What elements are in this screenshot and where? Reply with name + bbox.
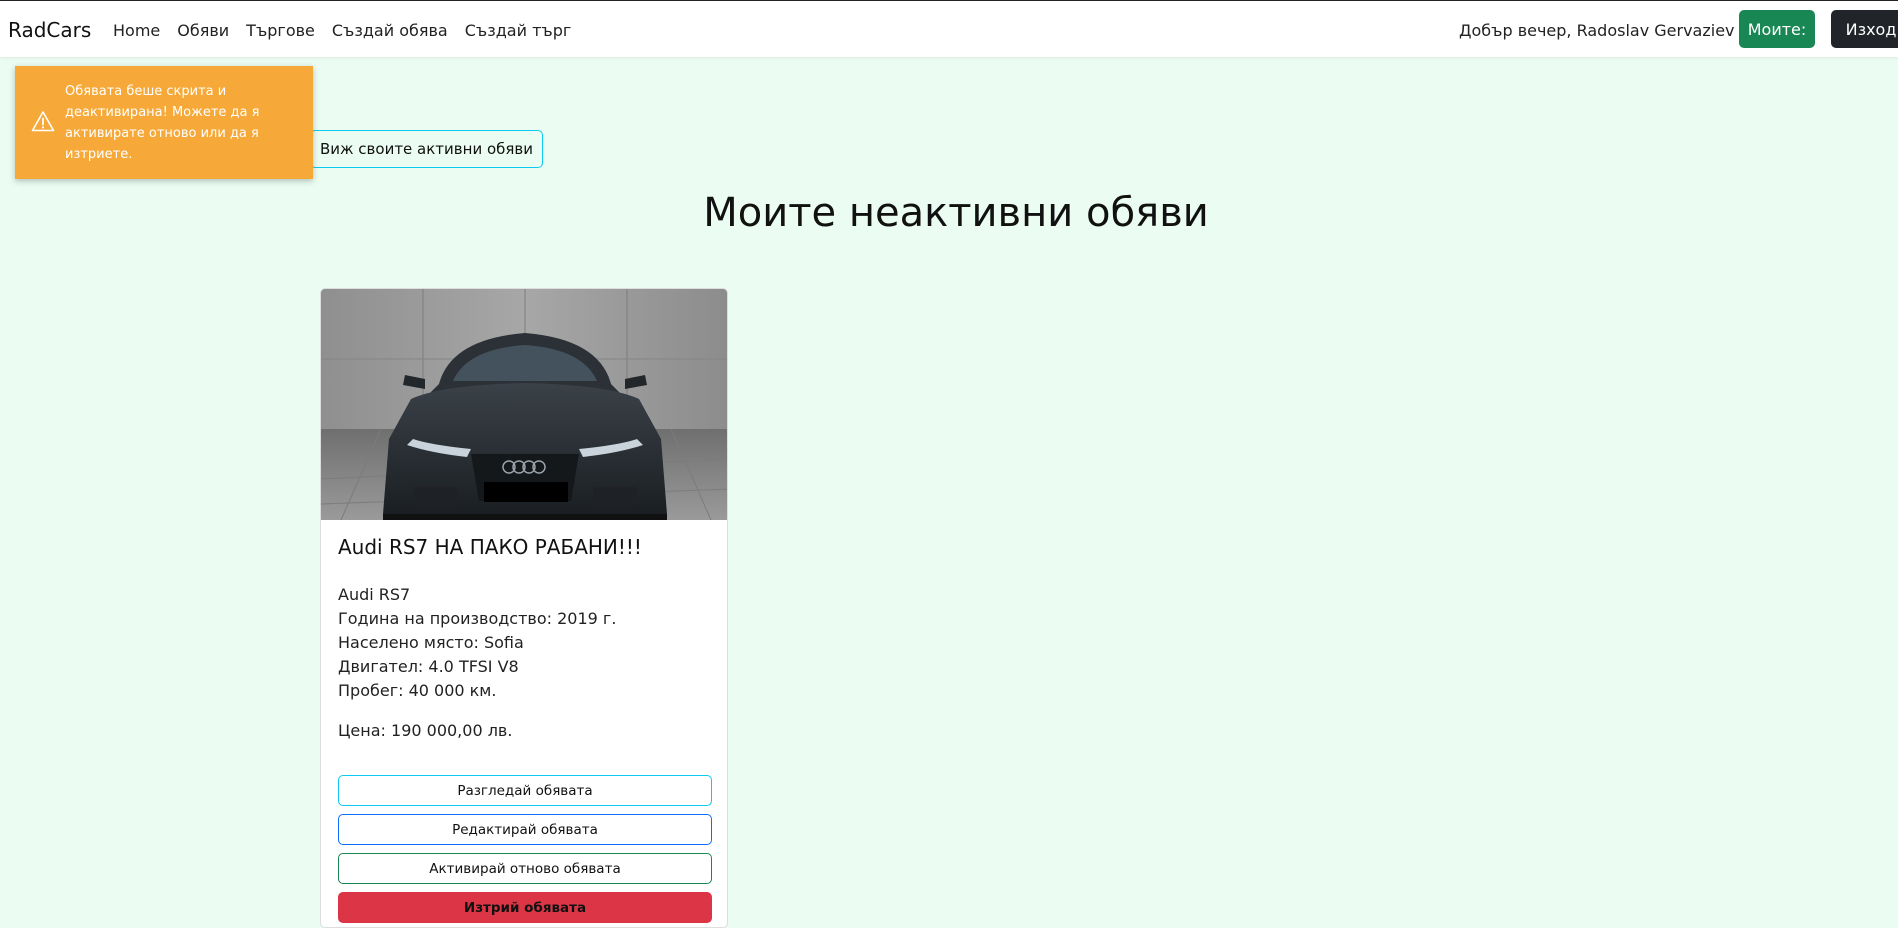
listing-year: Година на производство: 2019 г. xyxy=(338,609,617,628)
listing-title: Audi RS7 НА ПАКО РАБАНИ!!! xyxy=(338,535,642,559)
nav-link-create-auction[interactable]: Създай търг xyxy=(465,21,572,40)
car-photo[interactable] xyxy=(321,289,728,520)
listing-model: Audi RS7 xyxy=(338,585,411,604)
reactivate-listing-button[interactable]: Активирай отново обявата xyxy=(338,853,712,884)
view-listing-button[interactable]: Разгледай обявата xyxy=(338,775,712,806)
listing-mileage: Пробег: 40 000 км. xyxy=(338,681,497,700)
nav-link-create-listing[interactable]: Създай обява xyxy=(332,21,448,40)
warning-triangle-icon xyxy=(31,111,55,132)
my-items-button[interactable]: Моите: xyxy=(1739,10,1815,48)
nav-links: Home Обяви Търгове Създай обява Създай т… xyxy=(113,21,571,40)
navbar: RadCars Home Обяви Търгове Създай обява … xyxy=(0,0,1898,57)
listing-specs: Audi RS7 Година на производство: 2019 г.… xyxy=(338,583,616,703)
listing-price: Цена: 190 000,00 лв. xyxy=(338,721,513,740)
nav-link-listings[interactable]: Обяви xyxy=(177,21,229,40)
page-title: Моите неактивни обяви xyxy=(703,190,1209,236)
listing-engine: Двигател: 4.0 TFSI V8 xyxy=(338,657,519,676)
nav-link-home[interactable]: Home xyxy=(113,21,160,40)
toast-message: Обявата беше скрита и деактивирана! Може… xyxy=(65,84,260,162)
logout-button[interactable]: Изход xyxy=(1831,10,1898,48)
brand-logo[interactable]: RadCars xyxy=(8,18,91,42)
edit-listing-button[interactable]: Редактирай обявата xyxy=(338,814,712,845)
delete-listing-button[interactable]: Изтрий обявата xyxy=(338,892,712,923)
listing-card: Audi RS7 НА ПАКО РАБАНИ!!! Audi RS7 Годи… xyxy=(320,288,728,928)
user-greeting: Добър вечер, Radoslav Gervaziev xyxy=(1459,21,1735,40)
listing-location: Населено място: Sofia xyxy=(338,633,524,652)
nav-link-auctions[interactable]: Търгове xyxy=(246,21,315,40)
view-active-listings-button[interactable]: Виж своите активни обяви xyxy=(310,130,543,168)
warning-toast: Обявата беше скрита и деактивирана! Може… xyxy=(15,66,313,179)
